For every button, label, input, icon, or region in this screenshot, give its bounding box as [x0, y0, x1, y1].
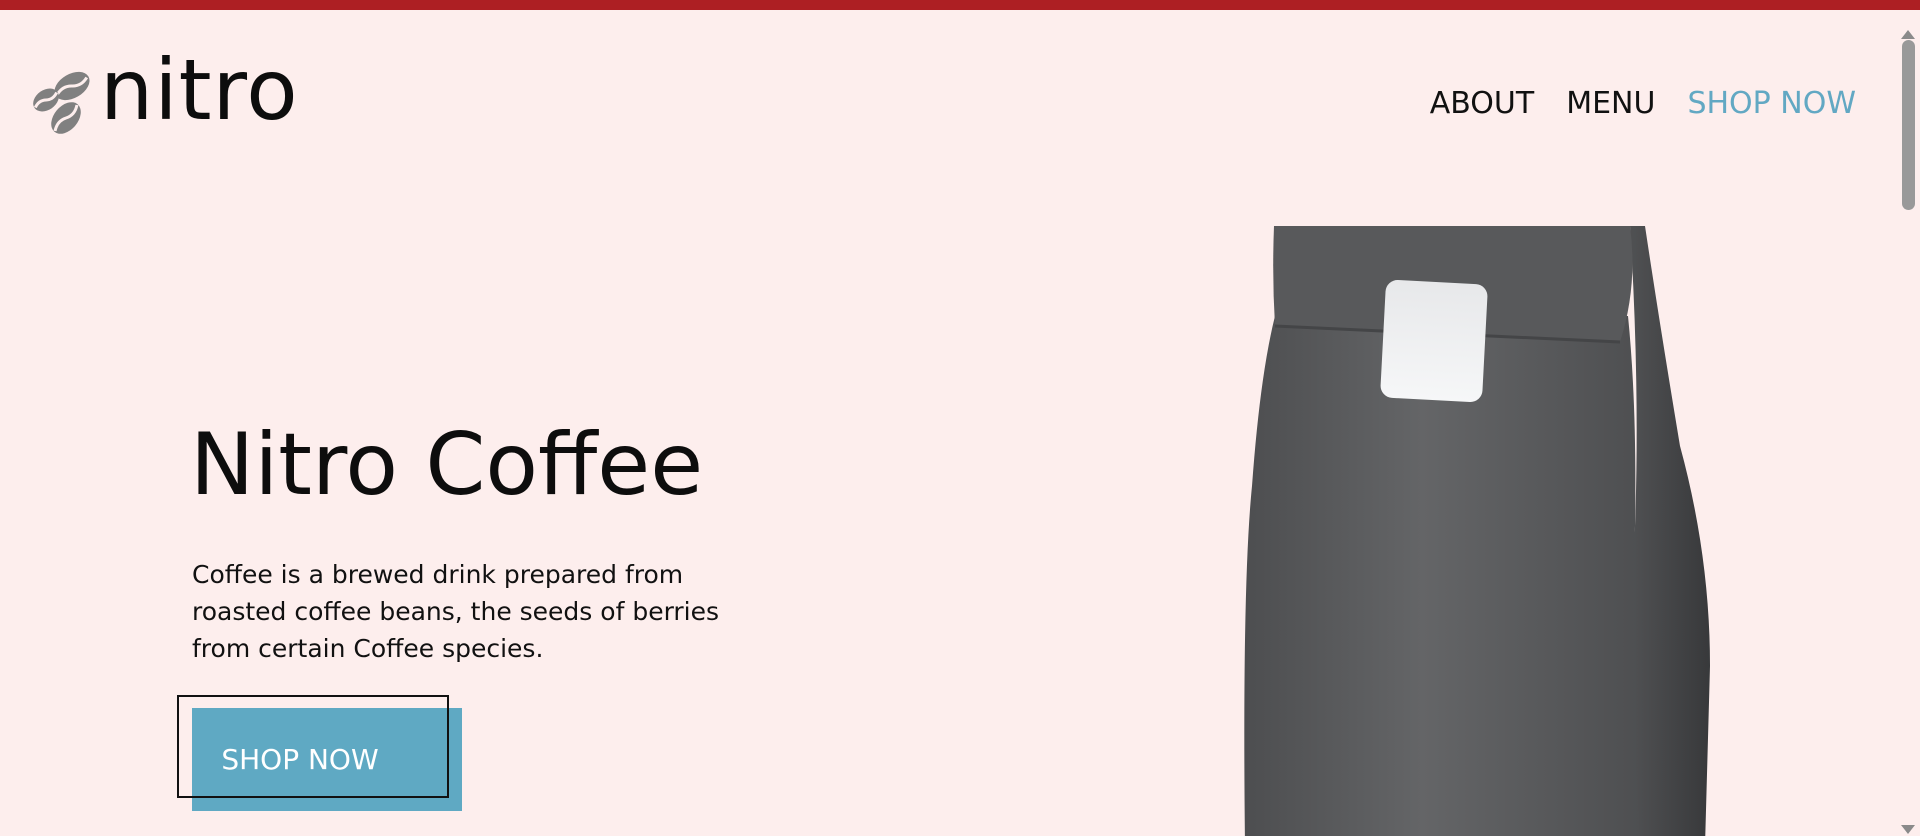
nav-link-about[interactable]: ABOUT — [1430, 86, 1534, 121]
vertical-scrollbar[interactable] — [1896, 10, 1920, 836]
scroll-up-arrow-icon[interactable] — [1901, 30, 1915, 39]
cta-container: SHOP NOW — [177, 695, 463, 817]
hero-description: Coffee is a brewed drink prepared from r… — [192, 560, 720, 663]
scroll-down-arrow-icon[interactable] — [1901, 825, 1915, 834]
coffee-beans-icon — [33, 71, 90, 134]
page-content: nitro ABOUT MENU SHOP NOW Nitro Coffee C… — [0, 10, 1896, 836]
shop-now-button[interactable]: SHOP NOW — [192, 708, 462, 811]
scroll-thumb[interactable] — [1902, 40, 1915, 210]
nav-link-shop-now[interactable]: SHOP NOW — [1687, 86, 1856, 121]
browser-top-bar — [0, 0, 1920, 10]
coffee-bag-image — [1244, 226, 1710, 836]
nav-link-menu[interactable]: MENU — [1566, 86, 1655, 121]
hero-title: Nitro Coffee — [190, 415, 704, 515]
main-nav: ABOUT MENU SHOP NOW — [1430, 86, 1856, 121]
brand-name: nitro — [100, 41, 299, 139]
